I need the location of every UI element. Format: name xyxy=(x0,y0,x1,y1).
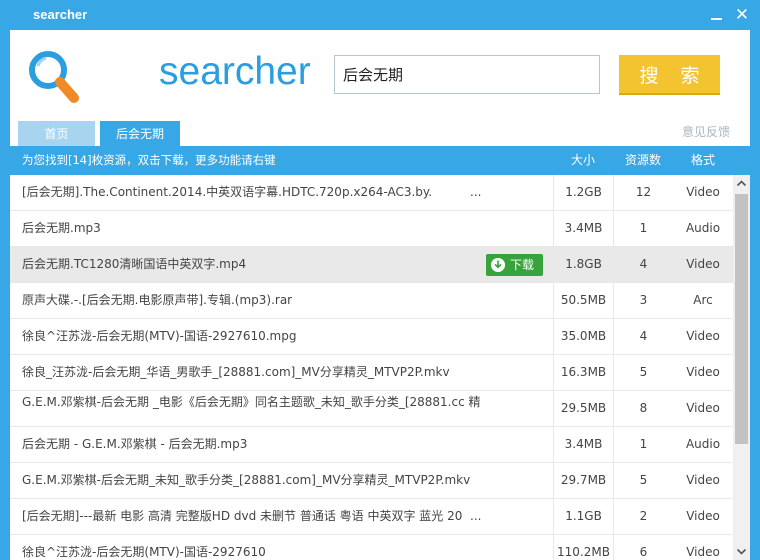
title-bar[interactable]: searcher ✕ xyxy=(0,0,760,30)
minimize-icon[interactable] xyxy=(707,6,725,24)
result-size: 110.2MB xyxy=(553,535,613,560)
results-header: 为您找到[14]枚资源，双击下载，更多功能请右键 大小 资源数 格式 xyxy=(10,146,750,175)
result-row[interactable]: G.E.M.邓紫棋-后会无期_未知_歌手分类_[28881.com]_MV分享精… xyxy=(10,463,733,499)
close-icon[interactable]: ✕ xyxy=(733,6,751,24)
scrollbar-thumb[interactable] xyxy=(735,194,748,444)
result-count: 2 xyxy=(613,499,673,534)
result-name: 后会无期.TC1280清晰国语中英双字.mp4 xyxy=(22,257,247,271)
result-name: 原声大碟.-.[后会无期.电影原声带].专辑.(mp3).rar xyxy=(22,293,293,307)
result-format: Video xyxy=(686,185,720,199)
result-size: 16.3MB xyxy=(553,355,613,390)
result-row[interactable]: [后会无期].The.Continent.2014.中英双语字幕.HDTC.72… xyxy=(10,175,733,211)
scroll-down-icon[interactable] xyxy=(733,543,750,560)
result-name: 徐良_汪苏泷-后会无期_华语_男歌手_[28881.com]_MV分享精灵_MT… xyxy=(22,365,450,379)
result-row[interactable]: 徐良_汪苏泷-后会无期_华语_男歌手_[28881.com]_MV分享精灵_MT… xyxy=(10,355,733,391)
result-row[interactable]: [后会无期]---最新 电影 高清 完整版HD dvd 未删节 普通话 粤语 中… xyxy=(10,499,733,535)
download-label: 下载 xyxy=(510,258,535,272)
result-name: G.E.M.邓紫棋-后会无期 _电影《后会无期》同名主题歌_未知_歌手分类_[2… xyxy=(22,395,481,409)
result-count: 5 xyxy=(613,355,673,390)
column-header-format[interactable]: 格式 xyxy=(673,146,733,175)
result-name: [后会无期].The.Continent.2014.中英双语字幕.HDTC.72… xyxy=(22,185,433,199)
magnifier-icon xyxy=(29,51,79,103)
column-header-size[interactable]: 大小 xyxy=(553,146,613,175)
search-button[interactable]: 搜 索 xyxy=(619,55,720,95)
tab-search-results[interactable]: 后会无期 xyxy=(100,121,180,148)
result-count: 6 xyxy=(613,535,673,560)
result-format: Arc xyxy=(693,293,713,307)
result-more: ... xyxy=(470,185,482,199)
result-count: 8 xyxy=(613,391,673,426)
result-name: 徐良^汪苏泷-后会无期(MTV)-国语-2927610.mpg xyxy=(22,329,297,343)
result-count: 5 xyxy=(613,463,673,498)
results-list: [后会无期].The.Continent.2014.中英双语字幕.HDTC.72… xyxy=(10,175,733,560)
result-count: 4 xyxy=(613,247,673,282)
result-format: Video xyxy=(686,545,720,559)
column-header-count[interactable]: 资源数 xyxy=(613,146,673,175)
result-format: Video xyxy=(686,473,720,487)
result-format: Video xyxy=(686,365,720,379)
result-row[interactable]: 原声大碟.-.[后会无期.电影原声带].专辑.(mp3).rar 50.5MB … xyxy=(10,283,733,319)
result-size: 50.5MB xyxy=(553,283,613,318)
results-hint: 为您找到[14]枚资源，双击下载，更多功能请右键 xyxy=(22,153,276,167)
feedback-link[interactable]: 意见反馈 xyxy=(682,123,730,140)
result-format: Video xyxy=(686,329,720,343)
result-size: 3.4MB xyxy=(553,211,613,246)
app-window: searcher ✕ searcher 搜 索 首页 后会无期 意见反馈 为您找… xyxy=(0,0,760,560)
result-size: 29.7MB xyxy=(553,463,613,498)
result-row[interactable]: 徐良^汪苏泷-后会无期(MTV)-国语-2927610 110.2MB 6 Vi… xyxy=(10,535,733,560)
result-count: 4 xyxy=(613,319,673,354)
result-name: 徐良^汪苏泷-后会无期(MTV)-国语-2927610 xyxy=(22,545,266,559)
result-size: 3.4MB xyxy=(553,427,613,462)
scroll-up-icon[interactable] xyxy=(733,175,750,192)
download-arrow-icon xyxy=(491,258,505,272)
result-name: G.E.M.邓紫棋-后会无期_未知_歌手分类_[28881.com]_MV分享精… xyxy=(22,473,471,487)
result-size: 29.5MB xyxy=(553,391,613,426)
result-name: [后会无期]---最新 电影 高清 完整版HD dvd 未删节 普通话 粤语 中… xyxy=(22,509,463,523)
window-title: searcher xyxy=(33,7,88,22)
result-row[interactable]: 后会无期.mp3 3.4MB 1 Audio xyxy=(10,211,733,247)
brand-name: searcher xyxy=(159,50,311,93)
result-format: Audio xyxy=(685,437,721,451)
result-size: 1.2GB xyxy=(553,175,613,210)
result-format: Audio xyxy=(685,221,721,235)
result-size: 1.1GB xyxy=(553,499,613,534)
result-row[interactable]: 徐良^汪苏泷-后会无期(MTV)-国语-2927610.mpg 35.0MB 4… xyxy=(10,319,733,355)
tab-home[interactable]: 首页 xyxy=(18,121,95,148)
result-format: Video xyxy=(686,509,720,523)
result-format: Video xyxy=(686,401,720,415)
result-row-hovered[interactable]: 后会无期.TC1280清晰国语中英双字.mp4 下载 1.8GB 4 Video xyxy=(10,247,733,283)
result-count: 3 xyxy=(613,283,673,318)
download-button[interactable]: 下载 xyxy=(486,254,543,276)
result-name: 后会无期 - G.E.M.邓紫棋 - 后会无期.mp3 xyxy=(22,437,248,451)
result-format: Video xyxy=(686,257,720,271)
result-size: 35.0MB xyxy=(553,319,613,354)
results-scrollbar[interactable] xyxy=(733,175,750,560)
result-count: 1 xyxy=(613,211,673,246)
result-count: 12 xyxy=(613,175,673,210)
result-count: 1 xyxy=(613,427,673,462)
result-more: ... xyxy=(470,509,482,523)
result-row[interactable]: 后会无期 - G.E.M.邓紫棋 - 后会无期.mp3 3.4MB 1 Audi… xyxy=(10,427,733,463)
result-name: 后会无期.mp3 xyxy=(22,221,101,235)
result-size: 1.8GB xyxy=(553,247,613,282)
result-row[interactable]: G.E.M.邓紫棋-后会无期 _电影《后会无期》同名主题歌_未知_歌手分类_[2… xyxy=(10,391,733,427)
search-input[interactable] xyxy=(334,55,600,94)
client-area: searcher 搜 索 首页 后会无期 意见反馈 为您找到[14]枚资源，双击… xyxy=(10,30,750,560)
